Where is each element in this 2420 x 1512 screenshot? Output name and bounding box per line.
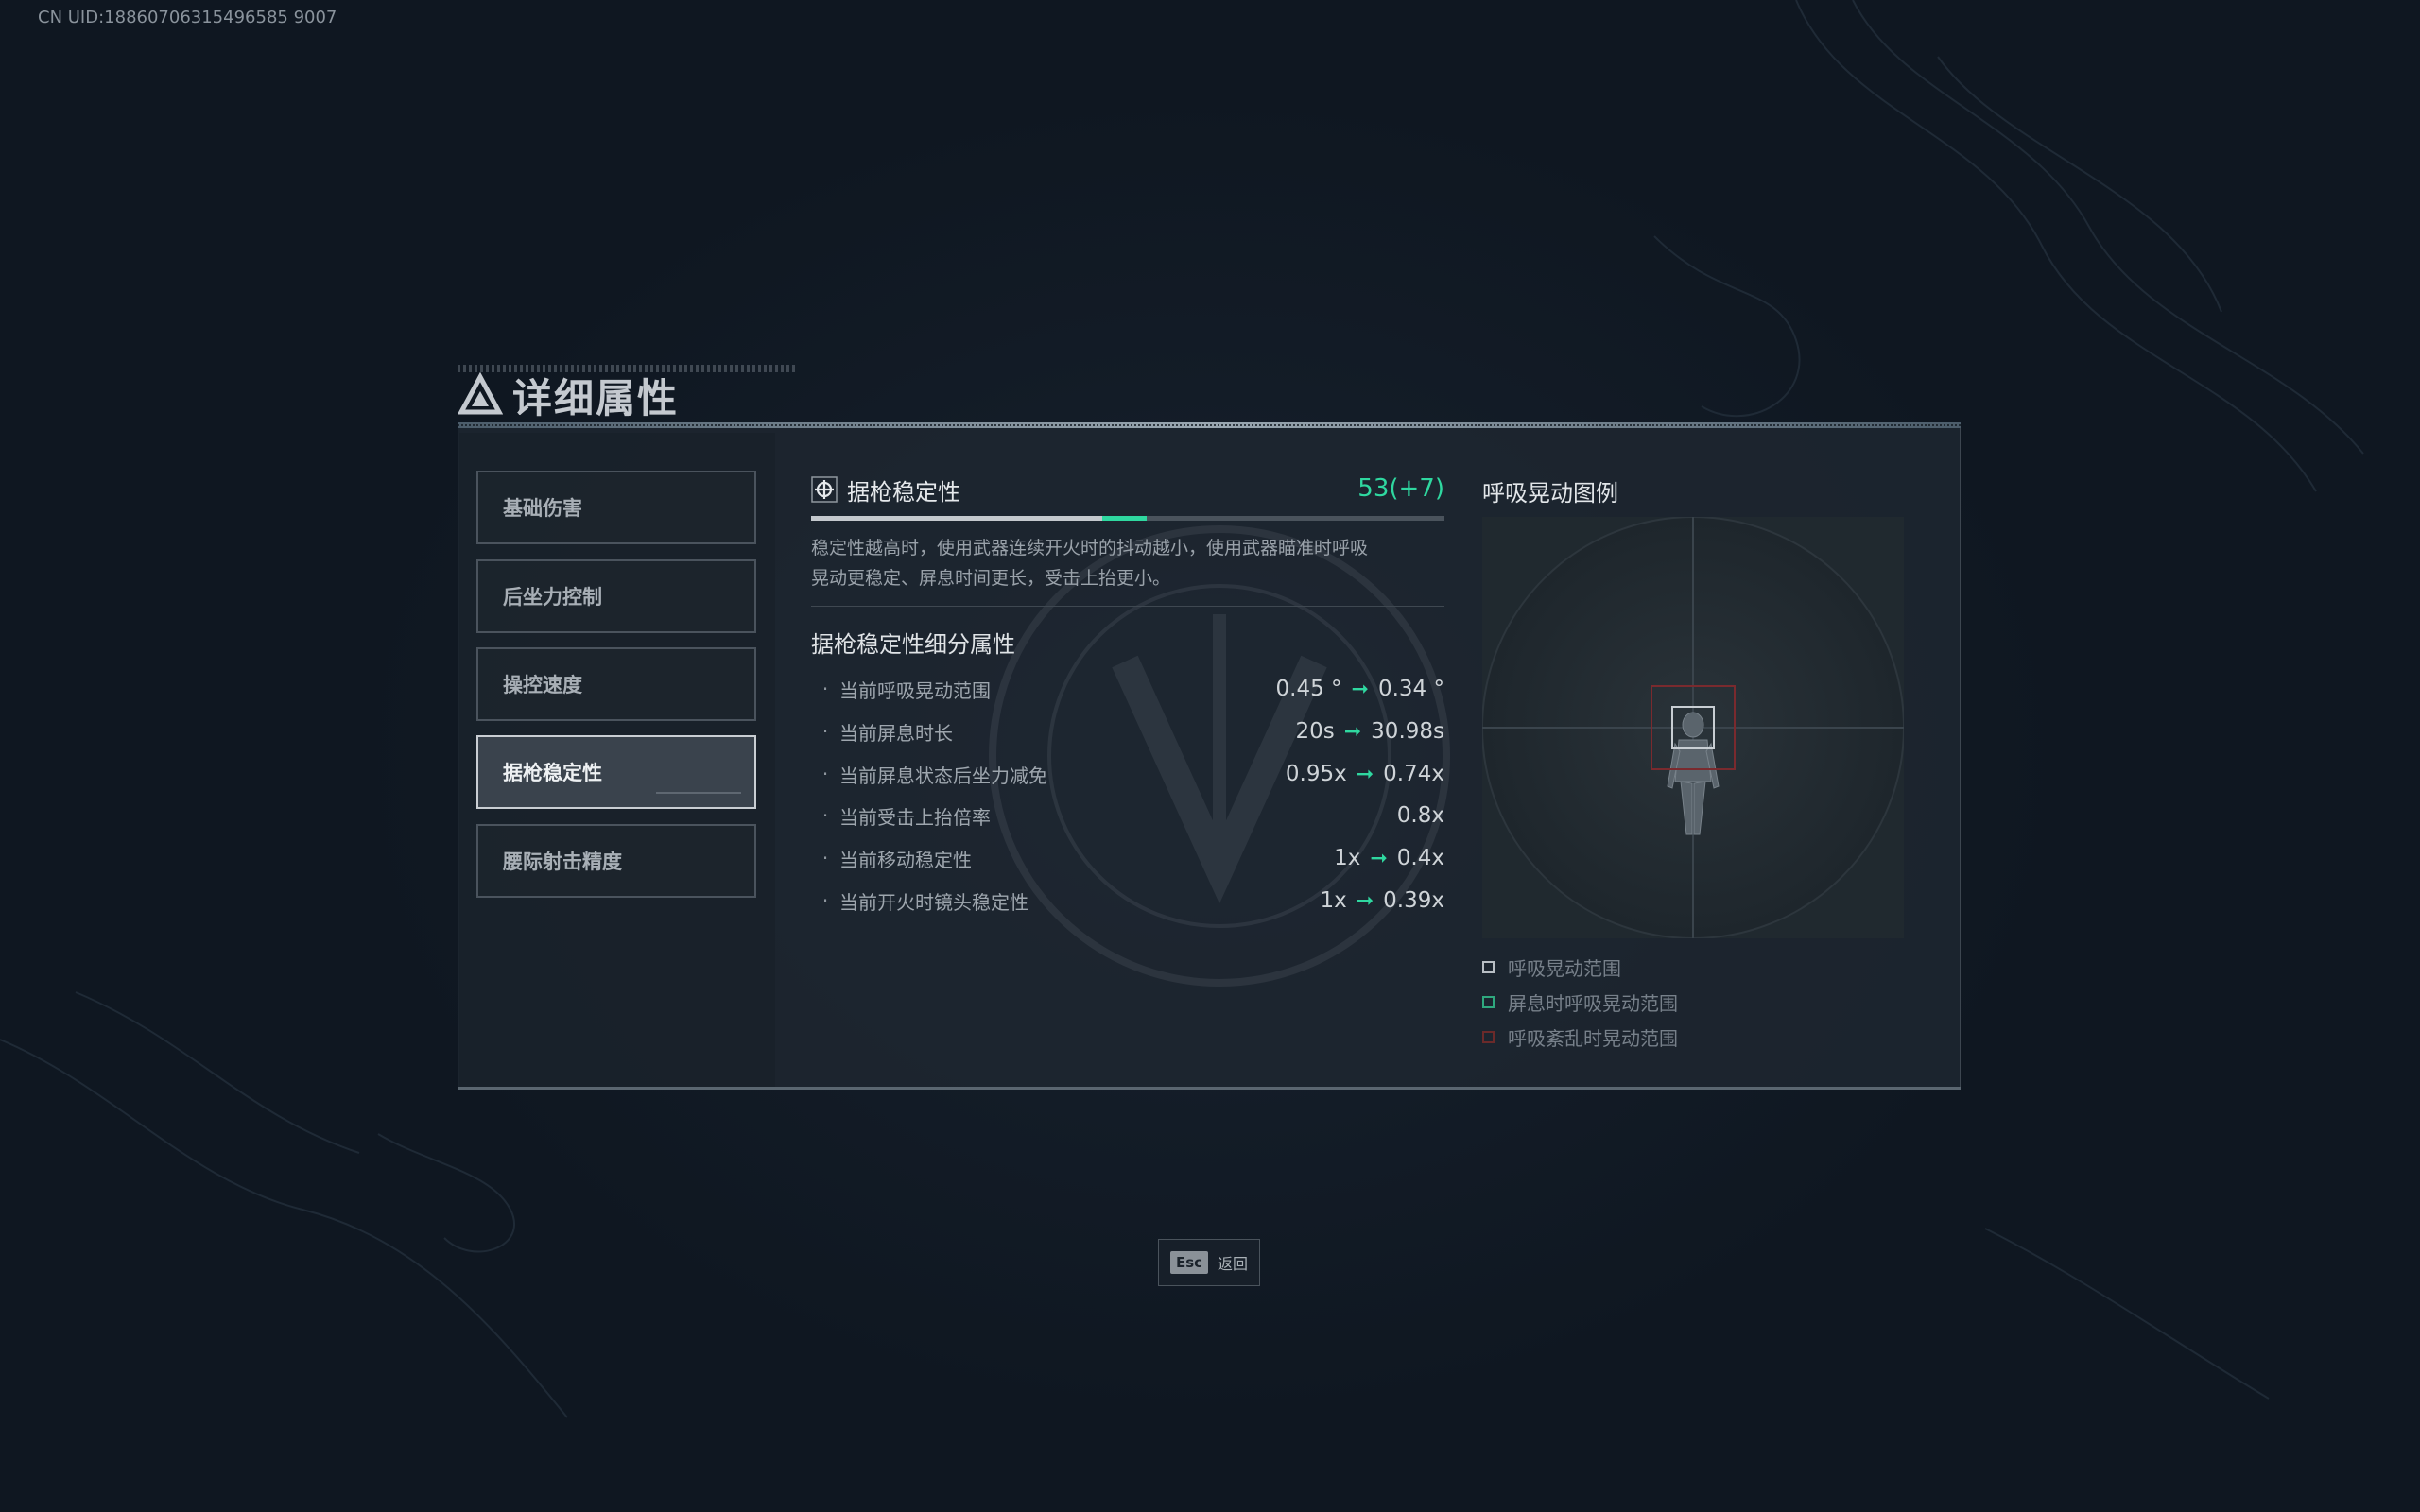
stat-label: 当前开火时镜头稳定性 <box>839 890 1028 914</box>
description-line: 晃动更稳定、屏息时间更长，受击上抬更小。 <box>811 568 1171 589</box>
legend-item-sway: 呼吸晃动范围 <box>1482 953 1621 981</box>
stat-to: 0.8x <box>1396 803 1444 828</box>
panel-bottom-border <box>458 1087 1961 1090</box>
attribute-name: 据枪稳定性 <box>847 478 960 506</box>
legend-item-breath-disorder: 呼吸紊乱时晃动范围 <box>1482 1022 1678 1051</box>
legend-label: 呼吸紊乱时晃动范围 <box>1508 1026 1678 1050</box>
back-button[interactable]: Esc 返回 <box>1158 1239 1260 1286</box>
legend-label: 屏息时呼吸晃动范围 <box>1508 991 1678 1015</box>
bullet-icon: · <box>821 804 829 827</box>
panel-top-border <box>458 422 1961 428</box>
progress-base-fill <box>811 516 1103 521</box>
stat-from: 0.45 ° <box>1275 677 1342 701</box>
square-icon <box>1482 1030 1495 1043</box>
triangle-logo-icon <box>458 372 503 415</box>
stat-row: · 当前屏息时长 20s ➞ 30.98s <box>811 713 1444 750</box>
tab-basic-damage[interactable]: 基础伤害 <box>476 471 756 544</box>
arrow-right-icon: ➞ <box>1351 677 1369 701</box>
attribute-progress-bar <box>811 516 1444 521</box>
attribute-description: 稳定性越高时，使用武器连续开火时的抖动越小，使用武器瞄准时呼吸 晃动更稳定、屏息… <box>811 533 1444 593</box>
legend-item-hold-breath: 屏息时呼吸晃动范围 <box>1482 988 1678 1016</box>
crosshair-icon <box>811 476 838 503</box>
bullet-icon: · <box>821 720 829 743</box>
tab-handling-speed[interactable]: 操控速度 <box>476 647 756 721</box>
stat-row: · 当前受击上抬倍率 0.8x <box>811 797 1444 834</box>
tab-recoil-control[interactable]: 后坐力控制 <box>476 559 756 633</box>
stat-from: 1x <box>1320 888 1347 913</box>
stat-from: 0.95x <box>1285 762 1347 786</box>
attribute-value: 53(+7) <box>1357 474 1444 503</box>
bullet-icon: · <box>821 847 829 869</box>
stat-row: · 当前移动稳定性 1x ➞ 0.4x <box>811 839 1444 877</box>
arrow-right-icon: ➞ <box>1343 719 1362 744</box>
esc-key-icon: Esc <box>1169 1251 1209 1274</box>
stat-to: 0.34 ° <box>1377 677 1444 701</box>
stat-to: 30.98s <box>1371 719 1444 744</box>
stat-row: · 当前开火时镜头稳定性 1x ➞ 0.39x <box>811 882 1444 919</box>
sub-section-title: 据枪稳定性细分属性 <box>811 631 1015 658</box>
divider <box>811 606 1444 607</box>
tab-hipfire-accuracy[interactable]: 腰际射击精度 <box>476 824 756 898</box>
tab-label: 基础伤害 <box>503 497 582 520</box>
arrow-right-icon: ➞ <box>1370 846 1388 870</box>
uid-label: CN UID:18860706315496585 9007 <box>38 8 337 27</box>
square-icon <box>1482 960 1495 973</box>
square-icon <box>1482 995 1495 1008</box>
page-title: 详细属性 <box>512 374 680 421</box>
legend-title: 呼吸晃动图例 <box>1482 480 1618 507</box>
progress-bonus-fill <box>1102 516 1148 521</box>
page-header: 详细属性 <box>458 367 679 423</box>
tab-label: 操控速度 <box>503 674 582 696</box>
tab-label: 腰际射击精度 <box>503 850 622 873</box>
bullet-icon: · <box>821 763 829 785</box>
tab-label: 后坐力控制 <box>503 586 602 609</box>
description-line: 稳定性越高时，使用武器连续开火时的抖动越小，使用武器瞄准时呼吸 <box>811 538 1369 558</box>
stat-row: · 当前呼吸晃动范围 0.45 ° ➞ 0.34 ° <box>811 670 1444 708</box>
stat-label: 当前呼吸晃动范围 <box>839 679 991 702</box>
stat-to: 0.74x <box>1383 762 1444 786</box>
stat-from: 1x <box>1334 846 1361 870</box>
bullet-icon: · <box>821 889 829 912</box>
legend-label: 呼吸晃动范围 <box>1508 956 1621 980</box>
attribute-header: 据枪稳定性 53(+7) <box>811 471 1444 508</box>
stat-label: 当前屏息状态后坐力减免 <box>839 764 1047 787</box>
arrow-right-icon: ➞ <box>1356 762 1374 786</box>
tab-aim-stability[interactable]: 据枪稳定性 <box>476 735 756 809</box>
stat-label: 当前移动稳定性 <box>839 848 972 871</box>
arrow-right-icon: ➞ <box>1356 888 1374 913</box>
stat-label: 当前受击上抬倍率 <box>839 805 991 829</box>
sway-diagram <box>1481 516 1905 939</box>
stat-to: 0.4x <box>1396 846 1444 870</box>
tab-label: 据枪稳定性 <box>503 762 602 784</box>
stat-row: · 当前屏息状态后坐力减免 0.95x ➞ 0.74x <box>811 755 1444 793</box>
bullet-icon: · <box>821 678 829 700</box>
back-label: 返回 <box>1218 1255 1249 1273</box>
stat-to: 0.39x <box>1383 888 1444 913</box>
stat-from: 20s <box>1295 719 1335 744</box>
scope-reticle <box>1481 516 1905 939</box>
stat-label: 当前屏息时长 <box>839 721 953 745</box>
